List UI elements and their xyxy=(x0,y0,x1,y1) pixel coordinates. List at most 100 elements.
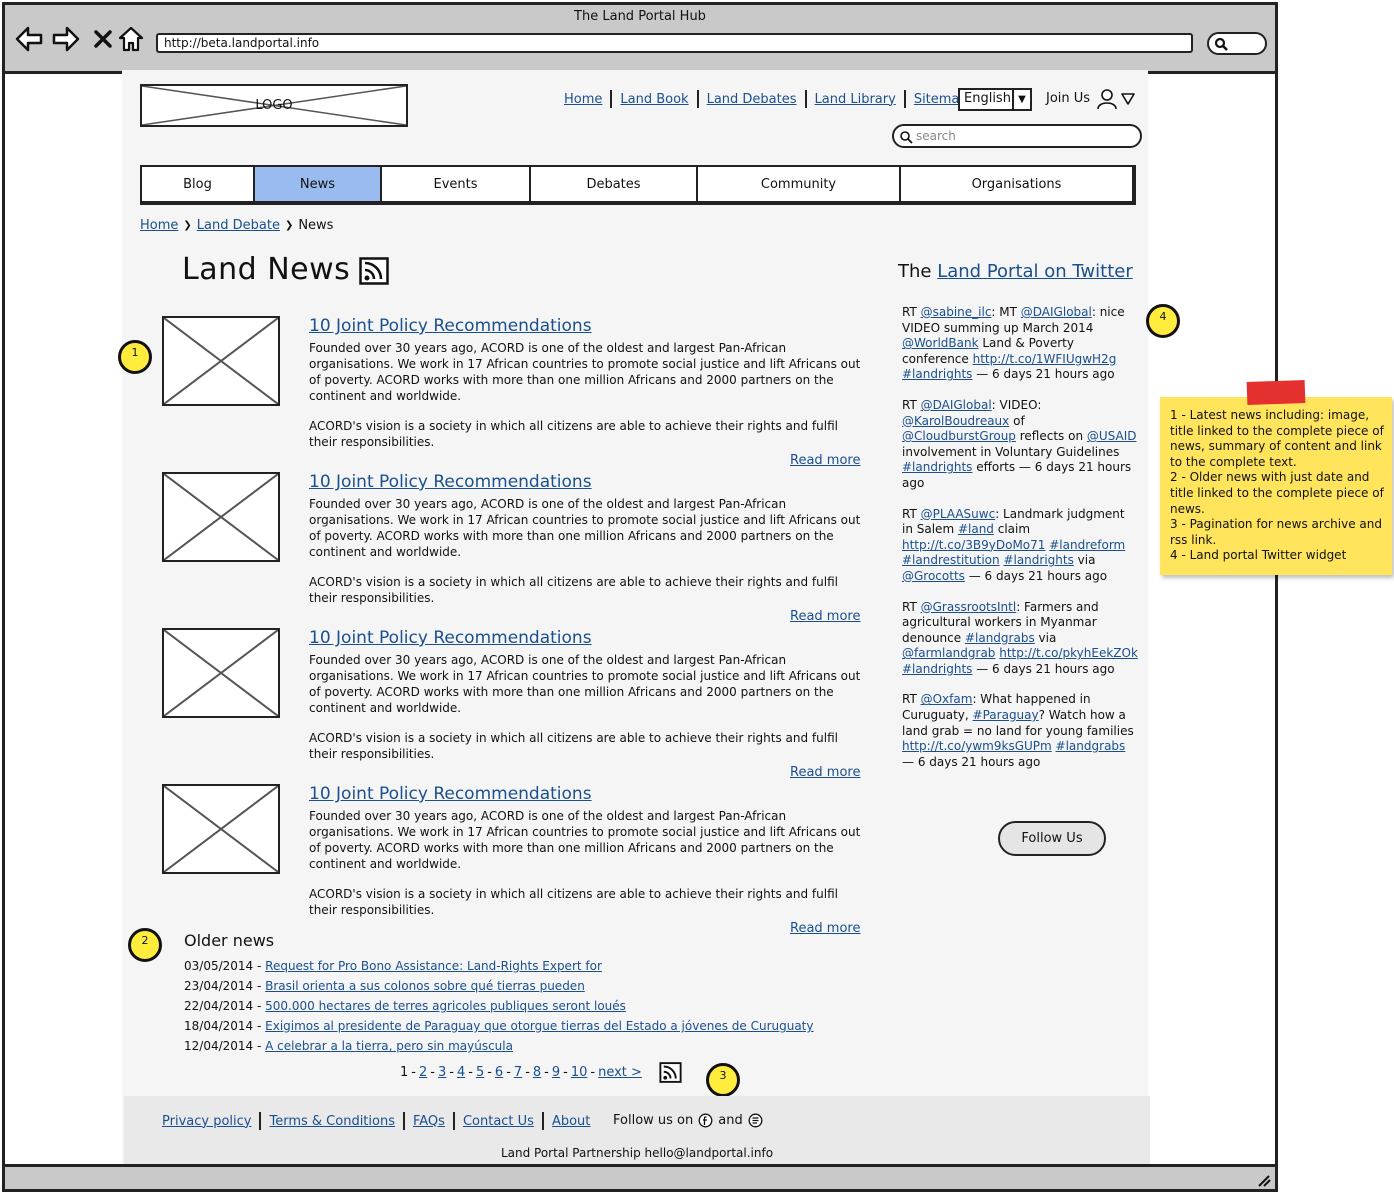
news-image-placeholder[interactable] xyxy=(162,628,280,718)
tweet-link[interactable]: @CloudburstGroup xyxy=(902,429,1016,443)
read-more-link[interactable]: Read more xyxy=(790,765,860,780)
tweet-link[interactable]: @KarolBoudreaux xyxy=(902,414,1009,428)
tweet-link[interactable]: http://t.co/pkyhEekZOk xyxy=(999,646,1138,660)
footer-contact-link[interactable]: Contact Us xyxy=(455,1114,542,1129)
forward-arrow-icon[interactable] xyxy=(52,25,80,53)
news-image-placeholder[interactable] xyxy=(162,316,280,406)
tweet: RT @Oxfam: What happened in Curuguaty, #… xyxy=(902,692,1138,770)
tweet-link[interactable]: #land xyxy=(958,522,994,536)
older-news-link[interactable]: 500.000 hectares de terres agricoles pub… xyxy=(265,999,626,1013)
footer-about-link[interactable]: About xyxy=(544,1114,598,1129)
tweet-text: RT xyxy=(902,397,921,412)
news-image-placeholder[interactable] xyxy=(162,784,280,874)
tweet-text: involvement in Voluntary Guidelines xyxy=(902,444,1120,459)
site-logo[interactable]: LOGO xyxy=(140,84,408,127)
join-us-link[interactable]: Join Us xyxy=(1046,91,1090,106)
pagination-next-link[interactable]: next > xyxy=(598,1065,642,1080)
home-icon[interactable] xyxy=(117,25,145,53)
tweet-link[interactable]: @WorldBank xyxy=(902,336,979,350)
nav-land-debates[interactable]: Land Debates xyxy=(699,92,805,107)
news-title-link[interactable]: 10 Joint Policy Recommendations xyxy=(309,316,869,336)
tweet-link[interactable]: #Paraguay xyxy=(973,708,1039,722)
footer-faqs-link[interactable]: FAQs xyxy=(405,1114,453,1129)
news-title-link[interactable]: 10 Joint Policy Recommendations xyxy=(309,628,869,648)
nav-land-library[interactable]: Land Library xyxy=(807,92,904,107)
user-menu[interactable] xyxy=(1096,88,1138,114)
tweet-text: RT xyxy=(902,599,921,614)
tweet-link[interactable]: http://t.co/3B9yDoMo71 xyxy=(902,538,1045,552)
tweet-list: RT @sabine_ilc: MT @DAIGlobal: nice VIDE… xyxy=(902,305,1138,770)
tweet-link[interactable]: @DAIGlobal xyxy=(921,398,992,412)
twitter-icon[interactable] xyxy=(748,1113,763,1128)
rss-feed-button[interactable] xyxy=(359,257,389,289)
tweet-link[interactable]: #landgrabs xyxy=(965,631,1035,645)
older-news-link[interactable]: Request for Pro Bono Assistance: Land-Ri… xyxy=(265,959,602,973)
tweet-link[interactable]: http://t.co/ywm9ksGUPm xyxy=(902,739,1052,753)
news-title-link[interactable]: 10 Joint Policy Recommendations xyxy=(309,472,869,492)
note-line: 1 - Latest news including: image, title … xyxy=(1170,408,1384,469)
tweet-link[interactable]: @GrassrootsIntl xyxy=(921,600,1017,614)
tweet-link[interactable]: #landreform xyxy=(1049,538,1125,552)
pagination-page-link[interactable]: 8 xyxy=(533,1065,541,1080)
tab-debates[interactable]: Debates xyxy=(531,167,698,201)
pagination-page-link[interactable]: 4 xyxy=(457,1065,465,1080)
read-more-link[interactable]: Read more xyxy=(790,921,860,936)
read-more-link[interactable]: Read more xyxy=(790,609,860,624)
tweet-link[interactable]: #landrestitution xyxy=(902,553,1000,567)
older-news-link[interactable]: Brasil orienta a sus colonos sobre qué t… xyxy=(265,979,585,993)
tweet-text: — 6 days 21 hours ago xyxy=(972,367,1115,382)
tweet-link[interactable]: #landrights xyxy=(902,367,972,381)
follow-us-button[interactable]: Follow Us xyxy=(998,821,1106,856)
tweet-link[interactable]: #landrights xyxy=(902,662,972,676)
stop-x-icon[interactable] xyxy=(89,25,117,53)
tweet-link[interactable]: #landrights xyxy=(1003,553,1073,567)
tweet-link[interactable]: #landgrabs xyxy=(1056,739,1126,753)
nav-land-book[interactable]: Land Book xyxy=(612,92,696,107)
news-title-link[interactable]: 10 Joint Policy Recommendations xyxy=(309,784,869,804)
tweet-link[interactable]: @DAIGlobal xyxy=(1021,305,1092,319)
tab-blog[interactable]: Blog xyxy=(142,167,255,201)
tweet-link[interactable]: @sabine_ilc xyxy=(921,305,992,319)
footer-terms-link[interactable]: Terms & Conditions xyxy=(261,1114,403,1129)
tweet-link[interactable]: http://t.co/1WFIUgwH2g xyxy=(973,352,1117,366)
read-more-link[interactable]: Read more xyxy=(790,453,860,468)
tweet-link[interactable]: @USAID xyxy=(1087,429,1137,443)
browser-search-field[interactable] xyxy=(1207,32,1267,55)
tab-news[interactable]: News xyxy=(255,167,382,201)
tweet-link[interactable]: #landrights xyxy=(902,460,972,474)
tab-community[interactable]: Community xyxy=(698,167,901,201)
news-image-placeholder[interactable] xyxy=(162,472,280,562)
nav-home[interactable]: Home xyxy=(556,92,610,107)
news-body: 10 Joint Policy Recommendations Founded o… xyxy=(309,628,869,762)
older-news-dash: - xyxy=(253,1019,266,1033)
older-news-link[interactable]: A celebrar a la tierra, pero sin mayúscu… xyxy=(265,1039,513,1053)
pagination-page-link[interactable]: 3 xyxy=(438,1065,446,1080)
url-bar[interactable]: http://beta.landportal.info xyxy=(156,33,1193,53)
tweet-link[interactable]: @PLAASuwc xyxy=(921,507,996,521)
pagination-page-link[interactable]: 7 xyxy=(514,1065,522,1080)
breadcrumb-land-debate[interactable]: Land Debate xyxy=(197,218,280,233)
tweet-link[interactable]: @Grocotts xyxy=(902,569,965,583)
window-title: The Land Port​al Hub xyxy=(574,9,706,24)
footer-privacy-link[interactable]: Privacy policy xyxy=(162,1114,259,1129)
pagination-page-link[interactable]: 9 xyxy=(552,1065,560,1080)
pagination-page-link[interactable]: 5 xyxy=(476,1065,484,1080)
rss-archive-button[interactable] xyxy=(659,1062,682,1087)
tweet-link[interactable]: @farmlandgrab xyxy=(902,646,995,660)
facebook-icon[interactable] xyxy=(698,1113,713,1128)
tab-organisations[interactable]: Organisations xyxy=(901,167,1132,201)
footer: Privacy policy Terms & Conditions FAQs C… xyxy=(124,1096,1150,1164)
back-arrow-icon[interactable] xyxy=(15,25,43,53)
breadcrumb-home[interactable]: Home xyxy=(140,218,178,233)
tweet-link[interactable]: @Oxfam xyxy=(921,692,973,706)
pagination-page-link[interactable]: 10 xyxy=(571,1065,588,1080)
pagination-page-link[interactable]: 2 xyxy=(419,1065,427,1080)
pagination-page-link[interactable]: 6 xyxy=(495,1065,503,1080)
resize-grip-icon[interactable] xyxy=(1255,1175,1271,1187)
language-select[interactable]: English ▼ xyxy=(958,88,1032,111)
tab-events[interactable]: Events xyxy=(382,167,531,201)
site-search-input[interactable]: search xyxy=(892,124,1142,148)
twitter-title-link[interactable]: Land Portal on Twitter xyxy=(937,261,1133,282)
news-paragraph: Founded over 30 years ago, ACORD is one … xyxy=(309,497,861,559)
older-news-link[interactable]: Exigimos al presidente de Paraguay que o… xyxy=(265,1019,813,1033)
